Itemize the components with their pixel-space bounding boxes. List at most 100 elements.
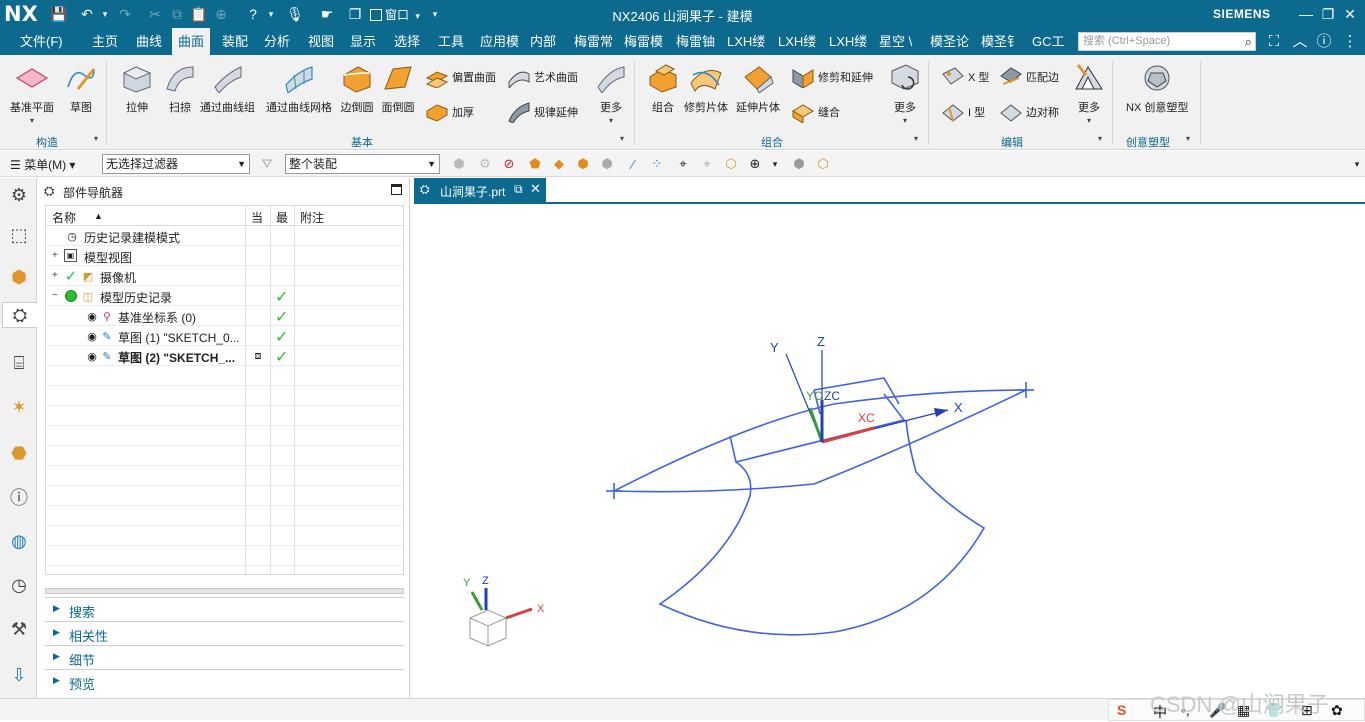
expand-icon[interactable]: + bbox=[52, 250, 58, 261]
tab-internal[interactable]: 内部 bbox=[524, 28, 562, 55]
undock-icon[interactable]: ⧉ bbox=[514, 182, 523, 197]
quick-access-dropdown-icon[interactable]: ▾ bbox=[426, 5, 444, 23]
tree-row-history-mode[interactable]: ◷ 历史记录建模模式 bbox=[46, 226, 403, 246]
tab-tools[interactable]: 工具 bbox=[432, 28, 470, 55]
visibility-eye-icon[interactable]: ◉ bbox=[84, 328, 100, 344]
redo-icon[interactable]: ↷ bbox=[116, 5, 134, 23]
tab-select[interactable]: 选择 bbox=[388, 28, 426, 55]
touch-mode-icon[interactable]: ☛ bbox=[318, 5, 336, 23]
select-curve-icon[interactable]: ∕ bbox=[624, 155, 642, 173]
edge-blend-button[interactable]: 边倒圆 bbox=[340, 61, 374, 115]
group-combine-dropdown-icon[interactable]: ▾ bbox=[914, 134, 918, 143]
tab-meilei-1[interactable]: 梅雷常 bbox=[568, 28, 614, 55]
sew-button[interactable]: 缝合 bbox=[790, 100, 840, 124]
copy-icon[interactable]: ⧉ bbox=[168, 5, 186, 23]
selection-scope-select[interactable]: 整个装配 ▼ bbox=[285, 154, 440, 174]
visibility-eye-icon[interactable]: ◉ bbox=[84, 308, 100, 324]
fullscreen-icon[interactable]: ⛶ bbox=[1264, 32, 1284, 52]
col-latest[interactable]: 最 bbox=[276, 209, 288, 226]
close-tab-icon[interactable]: ✕ bbox=[530, 181, 541, 197]
match-edge-button[interactable]: 匹配边 bbox=[998, 65, 1059, 89]
offset-surface-button[interactable]: 偏置曲面 bbox=[424, 65, 496, 89]
tab-meilei-3[interactable]: 梅雷铀 bbox=[670, 28, 716, 55]
studio-surface-button[interactable]: 艺术曲面 bbox=[506, 65, 578, 89]
help-circle-icon[interactable]: ⓘ bbox=[1314, 32, 1334, 52]
web-globe-icon[interactable]: ◍ bbox=[6, 528, 32, 554]
more-basic-button[interactable]: 更多 ▾ bbox=[594, 61, 628, 125]
more-combine-dropdown-icon[interactable]: ▾ bbox=[903, 116, 907, 125]
assembly-navigator-icon[interactable]: ⬚ bbox=[6, 222, 32, 248]
navigator-splitter[interactable] bbox=[45, 588, 404, 594]
sketch-curves[interactable] bbox=[606, 377, 1034, 636]
panel-search[interactable]: ▶ 搜索 bbox=[45, 597, 404, 620]
extrude-button[interactable]: 拉伸 bbox=[120, 61, 154, 115]
tab-curve[interactable]: 曲线 bbox=[130, 28, 168, 55]
graphics-window[interactable]: X Y Z XC YC ZC Z Y X bbox=[414, 204, 1365, 698]
help-icon[interactable]: ? bbox=[244, 5, 262, 23]
restore-icon[interactable]: ❐ bbox=[1318, 4, 1338, 24]
more-edit-button[interactable]: 更多 ▾ bbox=[1072, 61, 1106, 125]
close-window-icon[interactable]: ✕ bbox=[1340, 4, 1360, 24]
document-tab[interactable]: ⛭ 山涧果子.prt ⧉ ✕ bbox=[414, 178, 546, 202]
help-dropdown-icon[interactable]: ▾ bbox=[262, 5, 280, 23]
select-feature-icon[interactable]: ⬢ bbox=[450, 155, 468, 173]
tab-xingkong[interactable]: 星空 \ bbox=[873, 28, 919, 55]
sort-ascending-icon[interactable]: ▲ bbox=[94, 211, 103, 221]
selection-filter-select[interactable]: 无选择过滤器 ▼ bbox=[102, 154, 250, 174]
select-face-icon[interactable]: ◆ bbox=[550, 155, 568, 173]
minimize-icon[interactable]: — bbox=[1296, 4, 1316, 24]
snap-disabled-icon[interactable]: ⌖ bbox=[698, 155, 716, 173]
tab-lxh-1[interactable]: LXH缕 bbox=[721, 28, 767, 55]
wireframe-icon[interactable]: ⬡ bbox=[814, 155, 832, 173]
constraint-navigator-icon[interactable]: ⬢ bbox=[6, 264, 32, 290]
datum-csys[interactable]: X Y Z XC YC ZC bbox=[770, 334, 963, 444]
tab-application[interactable]: 应用模 bbox=[474, 28, 520, 55]
tree-row-cameras[interactable]: + ✓ ◩ 摄像机 bbox=[46, 266, 403, 286]
inner-line[interactable] bbox=[729, 435, 745, 463]
trim-and-extend-button[interactable]: 修剪和延伸 bbox=[790, 65, 873, 89]
menu-button[interactable]: ☰ 菜单(M) ▾ bbox=[10, 156, 75, 173]
select-solid-icon[interactable]: ⬢ bbox=[574, 155, 592, 173]
datum-plane-button[interactable]: 基准平面 ▾ bbox=[10, 61, 54, 125]
panel-preview[interactable]: ▶ 预览 bbox=[45, 669, 404, 692]
tree-row-sketch-2[interactable]: ◉ ✎ 草图 (2) "SKETCH_... ⧈ ✓ bbox=[46, 346, 403, 366]
tab-gc-tools[interactable]: GC工 bbox=[1026, 28, 1072, 55]
tab-surface[interactable]: 曲面 bbox=[172, 28, 211, 55]
cut-icon[interactable]: ✂ bbox=[146, 5, 164, 23]
filter-icon[interactable]: ⛛ bbox=[258, 155, 276, 173]
part-navigator-icon[interactable]: ⛭ bbox=[2, 302, 37, 328]
roles-icon[interactable]: ⇩ bbox=[6, 662, 32, 688]
sweep-button[interactable]: 扫掠 bbox=[163, 61, 197, 115]
more-edit-dropdown-icon[interactable]: ▾ bbox=[1087, 116, 1091, 125]
col-current[interactable]: 当 bbox=[251, 209, 263, 226]
collapse-ribbon-icon[interactable]: ︿ bbox=[1290, 32, 1310, 52]
system-scene-icon[interactable]: ⚒ bbox=[6, 616, 32, 642]
tab-analysis[interactable]: 分析 bbox=[258, 28, 296, 55]
web-browser-icon[interactable]: ⬣ bbox=[6, 440, 32, 466]
no-selection-icon[interactable]: ⊘ bbox=[500, 155, 518, 173]
sketch-button[interactable]: 草图 bbox=[64, 61, 98, 115]
col-name[interactable]: 名称 bbox=[52, 209, 76, 226]
i-type-button[interactable]: I 型 bbox=[940, 100, 985, 124]
microphone-icon[interactable]: 🎙 bbox=[286, 5, 304, 23]
more-combine-button[interactable]: 更多 ▾ bbox=[888, 61, 922, 125]
select-point-icon[interactable]: ⁘ bbox=[648, 155, 666, 173]
tab-moshen-2[interactable]: 模圣钅 bbox=[975, 28, 1021, 55]
group-realize-dropdown-icon[interactable]: ▾ bbox=[1186, 134, 1190, 143]
law-extension-button[interactable]: 规律延伸 bbox=[506, 100, 578, 124]
nx-realize-shape-button[interactable]: NX 创意塑型 bbox=[1126, 61, 1188, 115]
undo-icon[interactable]: ↶ bbox=[78, 5, 96, 23]
hd3d-tools-icon[interactable]: ✶ bbox=[6, 394, 32, 420]
history-clock-icon[interactable]: ◷ bbox=[6, 572, 32, 598]
extend-sheet-button[interactable]: 延伸片体 bbox=[736, 61, 780, 115]
repeat-command-icon[interactable]: ⊕ bbox=[212, 5, 230, 23]
view-triad[interactable]: Z Y X bbox=[463, 575, 545, 647]
panel-dependencies[interactable]: ▶ 相关性 bbox=[45, 621, 404, 644]
paste-icon[interactable]: 📋 bbox=[190, 5, 208, 23]
tab-moshen-1[interactable]: 模圣论 bbox=[924, 28, 970, 55]
datum-plane-dropdown-icon[interactable]: ▾ bbox=[30, 116, 34, 125]
through-curves-button[interactable]: 通过曲线组 bbox=[200, 61, 255, 115]
save-icon[interactable]: 💾 bbox=[50, 5, 68, 23]
select-body-icon[interactable]: ⬟ bbox=[526, 155, 544, 173]
snap-dropdown-icon[interactable]: ▾ bbox=[766, 155, 784, 173]
